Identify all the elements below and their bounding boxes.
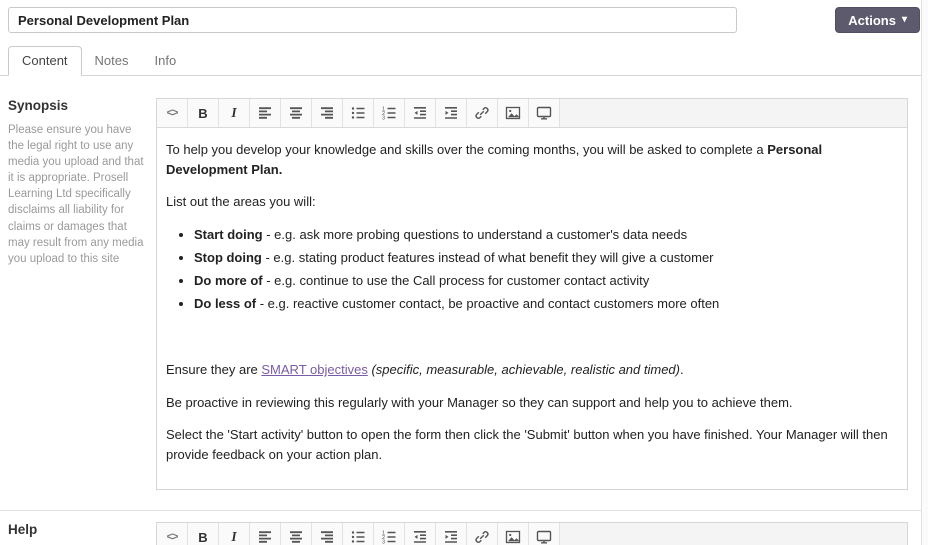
synopsis-bullet-list: Start doing - e.g. ask more probing ques…	[194, 225, 898, 314]
help-editor: <>BI123 If you have any questions, pleas…	[156, 522, 908, 545]
image-icon[interactable]	[498, 99, 529, 127]
indent-icon[interactable]	[436, 523, 467, 545]
link-icon[interactable]	[467, 99, 498, 127]
synopsis-label: Synopsis	[8, 98, 69, 113]
synopsis-paragraph: List out the areas you will:	[166, 194, 316, 209]
italic-icon[interactable]: I	[219, 523, 250, 545]
align-right-icon[interactable]	[312, 523, 343, 545]
synopsis-editor-toolbar: <> B I 1 2 3	[157, 99, 907, 128]
align-center-icon[interactable]	[281, 99, 312, 127]
synopsis-media-note: Please ensure you have the legal right t…	[8, 124, 144, 265]
media-icon[interactable]	[529, 99, 560, 127]
source-code-icon[interactable]: <>	[157, 523, 188, 545]
svg-text:3: 3	[382, 540, 385, 545]
unordered-list-icon[interactable]	[343, 523, 374, 545]
content-pane: Synopsis Please ensure you have the lega…	[0, 76, 928, 545]
actions-button-label: Actions	[848, 12, 896, 28]
svg-text:3: 3	[382, 116, 385, 121]
page-scrollbar[interactable]	[921, 0, 928, 545]
section-divider	[0, 510, 928, 511]
bold-icon[interactable]: B	[188, 99, 219, 127]
help-editor-toolbar: <> B I 1 2 3	[157, 523, 907, 545]
list-item: Do less of - e.g. reactive customer cont…	[194, 294, 898, 314]
list-item: Start doing - e.g. ask more probing ques…	[194, 225, 898, 245]
unordered-list-icon[interactable]	[343, 99, 374, 127]
synopsis-paragraph: To help you develop your knowledge and s…	[166, 142, 823, 177]
outdent-icon[interactable]	[405, 99, 436, 127]
help-row: Help <>BI123 If you have any questions, …	[0, 522, 928, 545]
list-item: Stop doing - e.g. stating product featur…	[194, 248, 898, 268]
tab-content[interactable]: Content	[8, 46, 82, 76]
outdent-icon[interactable]	[405, 523, 436, 545]
source-code-icon[interactable]: <>	[157, 99, 188, 127]
tab-notes[interactable]: Notes	[82, 47, 142, 75]
page-header: Actions ▾	[0, 0, 928, 33]
smart-objectives-link[interactable]: SMART objectives	[261, 362, 367, 377]
synopsis-paragraph: Ensure they are SMART objectives (specif…	[166, 362, 684, 377]
indent-icon[interactable]	[436, 99, 467, 127]
tab-info[interactable]: Info	[142, 47, 190, 75]
link-icon[interactable]	[467, 523, 498, 545]
align-left-icon[interactable]	[250, 99, 281, 127]
align-center-icon[interactable]	[281, 523, 312, 545]
list-item: Do more of - e.g. continue to use the Ca…	[194, 271, 898, 291]
caret-down-icon: ▾	[901, 14, 907, 25]
help-label: Help	[8, 522, 38, 537]
ordered-list-icon[interactable]: 123	[374, 99, 405, 127]
actions-button[interactable]: Actions ▾	[835, 7, 920, 33]
image-icon[interactable]	[498, 523, 529, 545]
tab-bar: Content Notes Info	[0, 46, 928, 76]
page-title-input[interactable]	[8, 7, 737, 33]
media-icon[interactable]	[529, 523, 560, 545]
synopsis-paragraph: Be proactive in reviewing this regularly…	[166, 394, 793, 410]
synopsis-row: Synopsis Please ensure you have the lega…	[0, 98, 928, 490]
align-left-icon[interactable]	[250, 523, 281, 545]
italic-icon[interactable]: I	[219, 99, 250, 127]
synopsis-editor: <> B I 1 2 3 To help you develop your knowled…	[156, 98, 908, 490]
synopsis-editor-content[interactable]: To help you develop your knowledge and s…	[157, 128, 907, 489]
align-right-icon[interactable]	[312, 99, 343, 127]
ordered-list-icon[interactable]: 123	[374, 523, 405, 545]
synopsis-paragraph: Select the 'Start activity' button to op…	[166, 427, 888, 462]
bold-icon[interactable]: B	[188, 523, 219, 545]
